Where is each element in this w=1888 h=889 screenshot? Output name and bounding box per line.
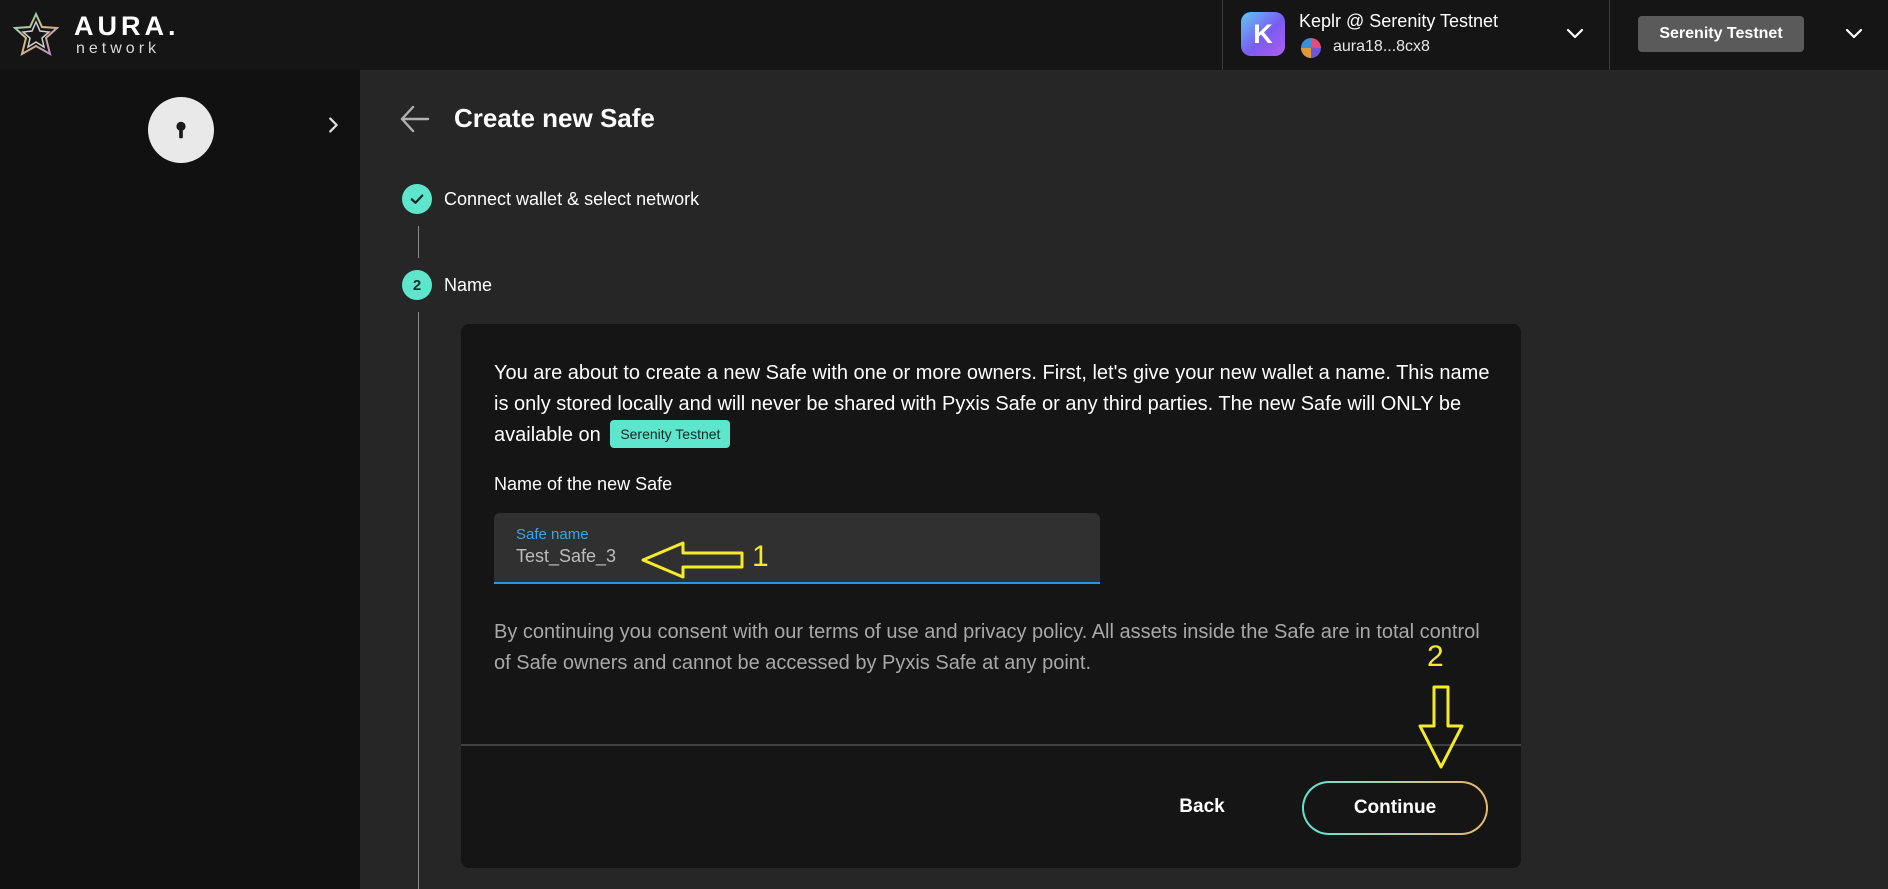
safe-name-input[interactable] [516,546,1056,567]
aura-star-icon [12,11,60,57]
page-title: Create new Safe [454,103,655,133]
keplr-wallet-icon: K [1241,12,1285,56]
chevron-right-icon[interactable] [322,114,344,136]
sidebar [0,70,360,889]
intro-text: You are about to create a new Safe with … [494,362,1490,448]
annotation-arrow-left-icon [641,541,744,579]
divider [461,744,1521,746]
annotation-marker-1: 1 [752,540,769,573]
top-bar: AURA. network K Keplr @ Serenity Testnet… [0,0,1888,70]
annotation-arrow-down-icon [1418,685,1464,769]
check-icon [410,194,424,204]
logo-subtitle: network [76,40,161,57]
back-button[interactable]: Back [1150,789,1254,825]
annotation-marker-2: 2 [1427,640,1444,673]
arrow-left-icon[interactable] [398,102,432,136]
wallet-avatar [1301,38,1321,58]
step-label-name: Name [444,275,493,295]
wallet-address: aura18...8cx8 [1333,38,1430,55]
safe-avatar[interactable] [148,97,214,163]
chevron-down-icon[interactable] [1563,22,1587,46]
continue-button[interactable]: Continue [1302,781,1488,835]
aura-logo[interactable]: AURA. network [12,10,192,60]
wallet-name: Keplr @ Serenity Testnet [1299,11,1499,31]
logo-wordmark: AURA. [74,11,180,41]
network-button[interactable]: Serenity Testnet [1638,16,1804,52]
keyhole-icon [176,121,186,139]
safe-name-field[interactable]: Safe name [494,513,1100,584]
step-number-indicator: 2 [402,270,432,300]
step-complete-indicator [402,184,432,214]
stepper-connector [418,312,419,889]
safe-name-label: Safe name [516,526,589,543]
stepper-connector [418,226,419,258]
chevron-down-icon[interactable] [1842,22,1866,46]
step-label-connect-wallet: Connect wallet & select network [444,189,700,209]
wallet-selector[interactable]: K Keplr @ Serenity Testnet aura18...8cx8 [1222,0,1610,70]
network-tag: Serenity Testnet [610,420,731,448]
field-heading: Name of the new Safe [494,474,673,494]
consent-text: By continuing you consent with our terms… [494,621,1480,674]
